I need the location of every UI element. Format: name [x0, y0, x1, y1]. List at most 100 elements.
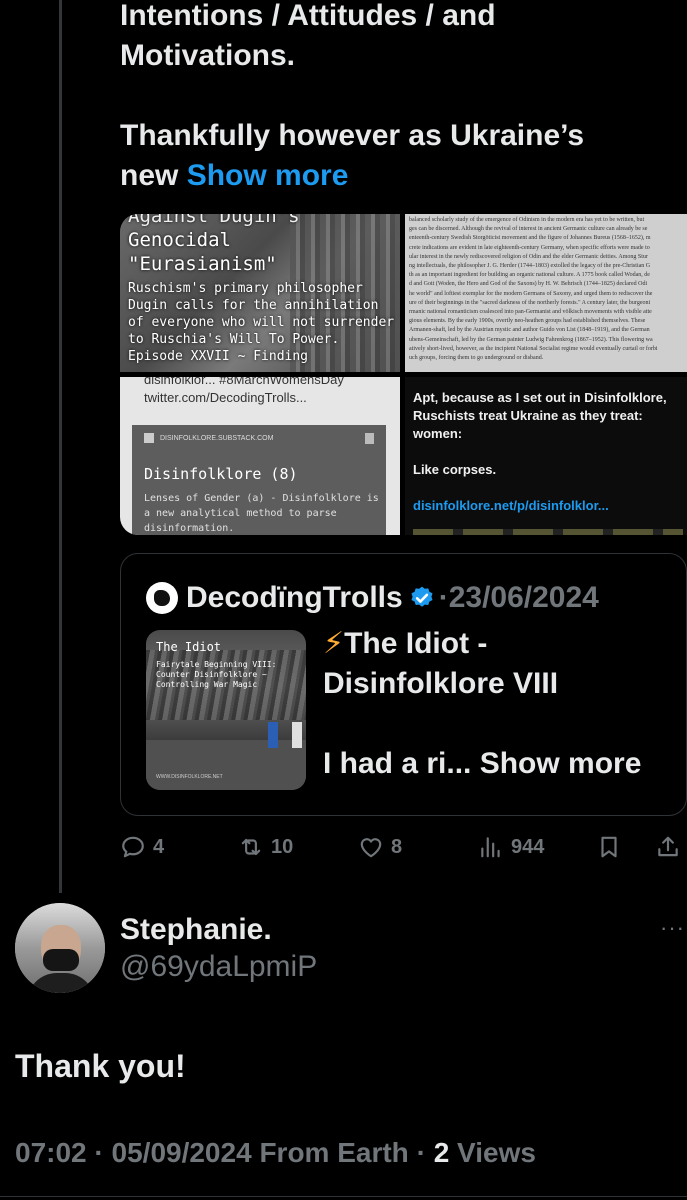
tweet-date[interactable]: 05/09/2024: [112, 1137, 252, 1168]
tweet-action-bar: 4 10 8 944: [120, 830, 687, 864]
bookmark-icon: [601, 836, 617, 858]
reply-user-handle[interactable]: @69ydaLpmiP: [120, 947, 317, 987]
separator-dot: ·: [438, 581, 449, 614]
quoted-line-3: I had a ri... Show more: [323, 744, 668, 784]
quoted-line-2: Disinfolklore VIII: [323, 667, 559, 700]
doc-line: ges can be discerned. Although the reviv…: [409, 226, 648, 233]
doc-line: Armanen-shaft, led by the Austrian mysti…: [409, 327, 650, 334]
media-image-substack-card[interactable]: disinfolklor... #8MarchWomensDay twitter…: [120, 377, 400, 535]
tweet-line: Motivations.: [120, 39, 296, 72]
views-count: 944: [511, 835, 545, 858]
like-count: 8: [391, 835, 403, 858]
image-title-line-2: "Eurasianism": [128, 253, 277, 275]
views-total[interactable]: 2: [434, 1137, 450, 1168]
bookmark-button[interactable]: [596, 830, 629, 864]
quoted-tweet-card[interactable]: DecodïngTrolls · 23/06/2024 The Idiot Fa…: [120, 553, 687, 816]
quoted-user-avatar[interactable]: [146, 582, 178, 614]
media-image-quote-screenshot[interactable]: Apt, because as I set out in Disinfolklo…: [405, 377, 687, 535]
screenshot-paragraph-2: Like corpses.: [413, 462, 497, 477]
doc-line: crete indications are evident in late ei…: [409, 244, 650, 251]
media-image-document[interactable]: balanced scholarly study of the emergenc…: [405, 214, 687, 372]
quoted-tweet-header: DecodïngTrolls · 23/06/2024: [146, 578, 599, 618]
bottom-divider: [0, 1196, 687, 1197]
verified-badge-icon: [411, 586, 433, 607]
screenshot-link: disinfolklore.net/p/disinfolklor...: [413, 498, 609, 513]
quoted-tweet-thumbnail[interactable]: The Idiot Fairytale Beginning VIII: Coun…: [146, 630, 306, 790]
doc-line: enteenth-century Swedish Storgöticist mo…: [409, 235, 651, 242]
thumbnail-subtitle: Fairytale Beginning VIII: Counter Disinf…: [156, 660, 277, 689]
doc-line: atively short-lived, however, as the inc…: [409, 345, 658, 352]
reply-button[interactable]: 4: [120, 830, 164, 864]
quoted-line-1: ⚡The Idiot -: [323, 624, 668, 664]
separator-dot: ·: [94, 1137, 104, 1168]
doc-line: d and Gott (Woden, the Hero and God of t…: [409, 281, 648, 288]
views-label: Views: [457, 1137, 536, 1168]
doc-line: balanced scholarly study of the emergenc…: [409, 217, 645, 223]
lightning-icon: ⚡: [323, 627, 345, 660]
reply-count: 4: [153, 835, 165, 858]
substack-logo-icon: [144, 433, 154, 443]
screenshot-text: Apt, because as I set out in Disinfolklo…: [413, 389, 683, 515]
thread-connector-line: [59, 0, 62, 893]
repost-count: 10: [271, 835, 294, 858]
doc-line: ure of their beginnings in the "sacred d…: [409, 299, 651, 306]
repost-icon: [241, 838, 261, 856]
share-button[interactable]: [655, 830, 687, 864]
media-grid[interactable]: Against Dugin's Genocidal "Eurasianism" …: [120, 214, 687, 535]
reply-tweet-text: Thank you!: [15, 1048, 186, 1084]
document-text: balanced scholarly study of the emergenc…: [409, 216, 687, 363]
card-source: DISINFOLKLORE.SUBSTACK.COM: [160, 435, 274, 442]
share-icon: [658, 836, 678, 857]
tweet-line-text: new: [120, 159, 179, 192]
doc-line: ular interest in the newly rediscovered …: [409, 253, 648, 260]
quoted-line-3-text: I had a ri...: [323, 747, 472, 780]
reply-user-name[interactable]: Stephanie.: [120, 910, 272, 950]
more-options-icon[interactable]: ···: [660, 915, 685, 941]
bookmark-icon: [365, 433, 374, 444]
doc-line: gious elements. By the early 1900s, over…: [409, 318, 646, 325]
quoted-tweet-date[interactable]: 23/06/2024: [449, 578, 599, 618]
doc-line: th as an important ingredient for buildi…: [409, 272, 650, 279]
heart-icon: [360, 838, 382, 858]
tweet-line-last: new Show more: [120, 156, 660, 196]
embedded-line-2: twitter.com/DecodingTrolls...: [144, 390, 307, 405]
show-more-link[interactable]: Show more: [187, 159, 349, 192]
image-body-text: Ruschism's primary philosopher Dugin cal…: [128, 281, 395, 364]
tweet-time[interactable]: 07:02: [15, 1137, 87, 1168]
quoted-show-more[interactable]: Show more: [480, 747, 642, 780]
card-title: Disinfolklore (8): [144, 465, 298, 483]
doc-line: ubens-Gemeinschaft, led by the German pa…: [409, 336, 653, 343]
like-button[interactable]: 8: [358, 830, 402, 864]
person-figure: [292, 722, 302, 748]
card-description: Lenses of Gender (a) - Disinfolklore is …: [144, 493, 379, 534]
doc-line: he world" and loftiest exemplar for the …: [409, 290, 653, 297]
person-figure: [268, 722, 278, 748]
ground-scene: [146, 740, 306, 790]
doc-line: rmanic national romanticism coalesced in…: [409, 309, 652, 316]
thumbnail-website: WWW.DISINFOLKLORE.NET: [156, 774, 223, 780]
image-title-top: Against Dugin's: [128, 214, 300, 227]
reply-icon: [122, 836, 144, 858]
reply-user-avatar[interactable]: [15, 903, 105, 993]
image-title-line-1: Genocidal: [128, 229, 231, 251]
avatar-mask: [43, 949, 79, 971]
tweet-body-text: Intentions / Attitudes / and Motivations…: [120, 0, 660, 196]
quoted-line-1-text: The Idiot -: [344, 627, 488, 660]
media-image-dugin[interactable]: Against Dugin's Genocidal "Eurasianism" …: [120, 214, 400, 372]
screenshot-paragraph-1: Apt, because as I set out in Disinfolklo…: [413, 390, 667, 441]
repost-button[interactable]: 10: [238, 830, 293, 864]
link-preview-card: DISINFOLKLORE.SUBSTACK.COM Disinfolklore…: [132, 425, 386, 535]
tweet-metadata: 07:02 · 05/09/2024 From Earth · 2 Views: [15, 1134, 536, 1172]
thumbnail-strip: [413, 529, 683, 535]
thumbnail-title: The Idiot: [156, 640, 222, 654]
analytics-icon: [481, 837, 500, 858]
quoted-user-name[interactable]: DecodïngTrolls: [186, 578, 403, 618]
tweet-line: Intentions / Attitudes / and: [120, 0, 496, 32]
separator-dot: ·: [416, 1137, 426, 1168]
views-button[interactable]: 944: [478, 830, 544, 864]
embedded-line-1: disinfolklor... #8MarchWomensDay: [144, 377, 344, 387]
tweet-line: Thankfully however as Ukraine’s: [120, 119, 585, 152]
